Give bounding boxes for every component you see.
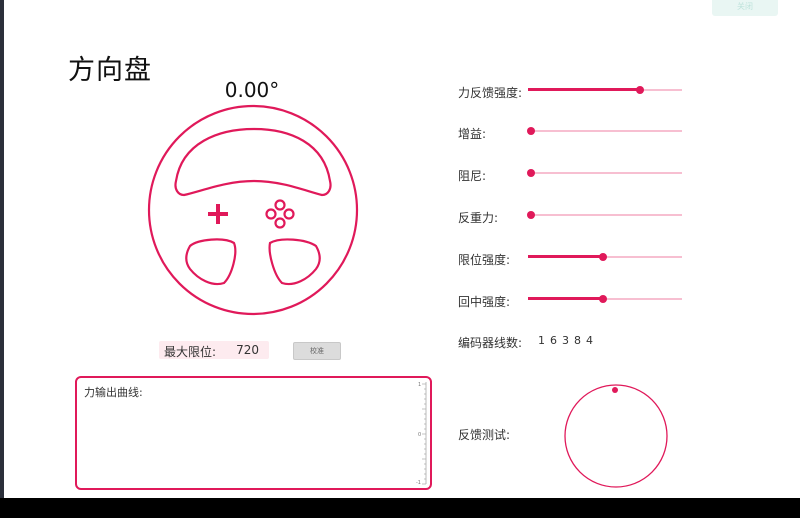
slider-label-force-feedback: 力反馈强度: (458, 86, 523, 100)
steering-angle-readout: 0.00° (224, 78, 280, 102)
encoder-lines-label: 编码器线数: (458, 336, 523, 350)
page-title: 方向盘 (68, 55, 152, 86)
max-limit-field[interactable]: 最大限位: 720 (159, 341, 269, 359)
feedback-test-label: 反馈测试: (458, 428, 511, 442)
bottom-taskbar (0, 498, 800, 518)
force-curve-panel: 力输出曲线: 1 0 -1 (75, 376, 432, 490)
slider-fill (528, 88, 641, 91)
axis-tick-top: 1 (418, 382, 421, 388)
slider-thumb[interactable] (599, 253, 608, 261)
slider-track (528, 214, 682, 216)
feedback-test-indicator (612, 387, 618, 393)
axis-tick-mid: 0 (418, 432, 421, 438)
slider-label-anti-gravity: 反重力: (458, 211, 499, 225)
centering-strength-slider[interactable] (528, 293, 682, 305)
slider-fill (528, 297, 604, 300)
force-curve-axis: 1 0 -1 (416, 382, 427, 486)
limit-strength-slider[interactable] (528, 251, 682, 263)
slider-label-centering-strength: 回中强度: (458, 295, 511, 309)
damping-slider[interactable] (527, 167, 682, 179)
slider-label-limit-strength: 限位强度: (458, 253, 511, 267)
feedback-test-dial[interactable] (560, 384, 672, 488)
axis-tick-bottom: -1 (416, 480, 421, 486)
force-curve-label: 力输出曲线: (84, 386, 143, 399)
anti-gravity-slider[interactable] (527, 209, 682, 221)
top-close-button[interactable]: 关闭 (712, 0, 778, 16)
slider-thumb[interactable] (636, 86, 645, 94)
window-left-edge (0, 0, 4, 500)
steering-wheel-icon[interactable] (146, 103, 360, 317)
slider-fill (528, 255, 604, 258)
max-limit-value[interactable]: 720 (236, 343, 259, 357)
force-feedback-slider[interactable] (528, 84, 682, 96)
slider-label-damping: 阻尼: (458, 169, 487, 183)
slider-thumb[interactable] (599, 295, 608, 303)
slider-thumb[interactable] (527, 127, 536, 135)
slider-label-gain: 增益: (458, 127, 487, 141)
encoder-lines-value: 16384 (538, 334, 598, 347)
slider-thumb[interactable] (527, 211, 536, 219)
max-limit-label: 最大限位: (164, 345, 217, 359)
slider-thumb[interactable] (527, 169, 536, 177)
gain-slider[interactable] (527, 125, 682, 137)
slider-track (528, 130, 682, 132)
calibrate-button[interactable]: 校准 (293, 342, 341, 360)
slider-track (528, 172, 682, 174)
